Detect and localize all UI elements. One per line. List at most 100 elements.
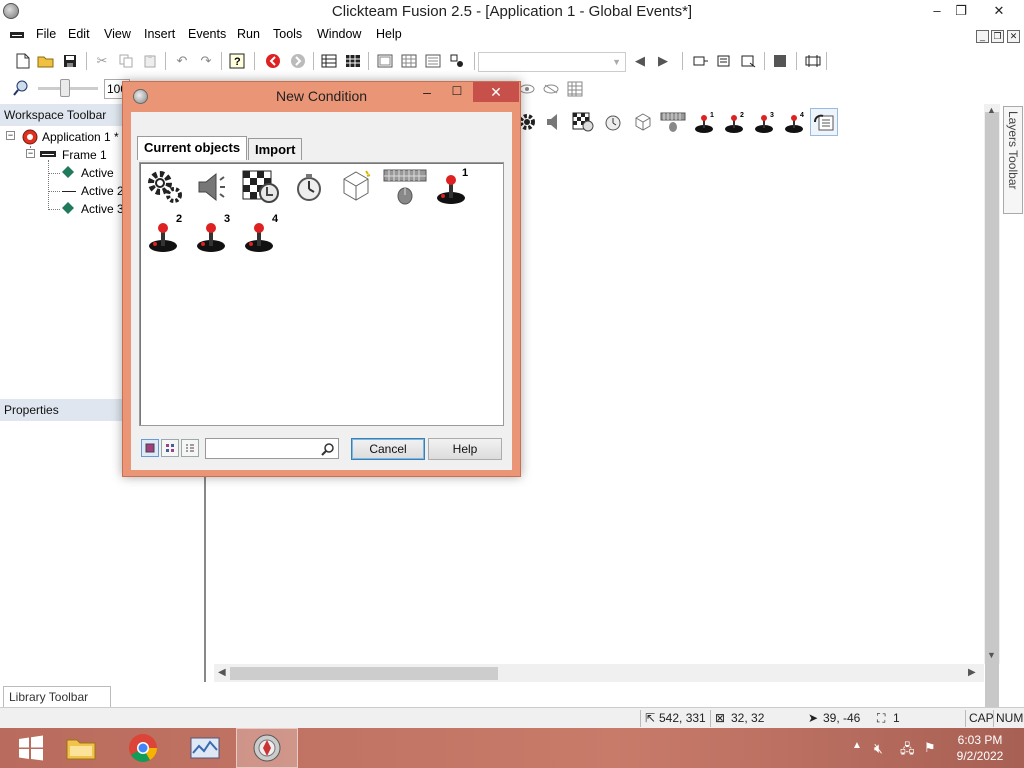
storyboard-icon[interactable] <box>569 108 597 136</box>
previous-frame-icon[interactable]: ◀ <box>629 50 651 72</box>
event-list-icon[interactable] <box>342 50 364 72</box>
new-objects-icon[interactable] <box>334 165 380 209</box>
gear-icon[interactable] <box>142 165 188 209</box>
help-icon[interactable]: ? <box>226 50 248 72</box>
menu-edit[interactable]: Edit <box>68 27 90 41</box>
joystick-1-icon[interactable]: 1 <box>691 108 719 136</box>
menu-events[interactable]: Events <box>188 27 226 41</box>
joystick-icon[interactable]: 4 <box>238 213 284 257</box>
mdi-minimize-button[interactable]: _ <box>976 30 989 43</box>
tab-current-objects[interactable]: Current objects <box>137 136 248 160</box>
clickteam-fusion-taskbar-icon[interactable] <box>236 728 298 768</box>
system-menu-icon[interactable] <box>10 32 24 38</box>
restore-button[interactable]: ❐ <box>946 0 976 22</box>
tab-import[interactable]: Import <box>248 138 303 160</box>
scroll-left-arrow-icon[interactable]: ◀ <box>218 667 226 678</box>
frame-dropdown[interactable]: ▼ <box>478 52 626 72</box>
build-icon[interactable] <box>802 50 824 72</box>
dialog-minimize-button[interactable]: – <box>413 84 441 104</box>
chrome-icon[interactable] <box>112 728 174 768</box>
frame-editor-icon[interactable] <box>374 50 396 72</box>
zoom-icon[interactable] <box>10 77 32 99</box>
help-button[interactable]: Help <box>428 438 502 460</box>
tree-collapse-toggle[interactable]: − <box>26 149 35 158</box>
file-explorer-icon[interactable] <box>50 728 112 768</box>
zoom-slider-thumb[interactable] <box>60 79 70 97</box>
run-frame-icon[interactable] <box>714 50 736 72</box>
tree-collapse-toggle[interactable]: − <box>6 131 15 140</box>
storyboard-icon[interactable] <box>238 165 284 209</box>
run-in-browser-icon[interactable] <box>738 50 760 72</box>
joystick-3-icon[interactable]: 3 <box>751 108 779 136</box>
tree-object-active-3[interactable]: Active 3 <box>81 202 124 216</box>
toolbar-grid-icon[interactable] <box>564 78 586 100</box>
tree-application[interactable]: Application 1 * <box>42 130 119 144</box>
close-button[interactable]: ✕ <box>984 0 1014 22</box>
view-large-icons-button[interactable] <box>141 439 159 457</box>
joystick-2-icon[interactable]: 2 <box>721 108 749 136</box>
open-folder-icon[interactable] <box>35 50 57 72</box>
speaker-icon[interactable] <box>541 108 569 136</box>
speaker-icon[interactable] <box>190 165 236 209</box>
mdi-close-button[interactable]: ✕ <box>1007 30 1020 43</box>
data-elements-icon[interactable] <box>446 50 468 72</box>
network-icon[interactable]: 🖧︎ <box>900 740 915 762</box>
horizontal-scrollbar[interactable] <box>214 664 984 682</box>
menu-help[interactable]: Help <box>376 27 402 41</box>
menu-run[interactable]: Run <box>237 27 260 41</box>
forward-grey-icon[interactable] <box>287 50 309 72</box>
scroll-down-arrow-icon[interactable]: ▼ <box>987 650 996 660</box>
layers-toolbar-tab[interactable]: Layers Toolbar <box>1003 106 1023 214</box>
tray-chevron-icon[interactable]: ▲ <box>852 740 862 751</box>
event-list-editor-icon[interactable] <box>422 50 444 72</box>
search-icon[interactable] <box>318 440 337 457</box>
vertical-scrollbar[interactable] <box>984 104 1000 748</box>
joystick-4-icon[interactable]: 4 <box>781 108 809 136</box>
timer-icon[interactable] <box>599 108 627 136</box>
tree-frame[interactable]: Frame 1 <box>62 148 107 162</box>
tree-object-active[interactable]: Active <box>81 166 114 180</box>
keyboard-mouse-icon[interactable] <box>659 108 687 136</box>
mdi-restore-button[interactable]: ❐ <box>991 30 1004 43</box>
back-red-icon[interactable] <box>262 50 284 72</box>
joystick-icon[interactable]: 2 <box>142 213 188 257</box>
undo-icon[interactable]: ↶ <box>171 50 193 72</box>
active-object-list-icon[interactable] <box>810 108 838 136</box>
scroll-right-arrow-icon[interactable]: ▶ <box>968 667 976 678</box>
paste-icon[interactable] <box>139 50 161 72</box>
menu-insert[interactable]: Insert <box>144 27 175 41</box>
stop-icon[interactable] <box>769 50 791 72</box>
dialog-close-button[interactable]: ✕ <box>473 82 519 102</box>
save-icon[interactable] <box>59 50 81 72</box>
run-application-icon[interactable] <box>690 50 712 72</box>
menu-tools[interactable]: Tools <box>273 27 302 41</box>
new-objects-icon[interactable] <box>629 108 657 136</box>
view-list-button[interactable] <box>181 439 199 457</box>
performance-monitor-icon[interactable] <box>174 728 236 768</box>
menu-view[interactable]: View <box>104 27 131 41</box>
redo-icon[interactable]: ↷ <box>195 50 217 72</box>
action-center-icon[interactable]: ⚑ <box>924 740 936 756</box>
view-small-icons-button[interactable] <box>161 439 179 457</box>
tree-object-active-2[interactable]: Active 2 <box>81 184 124 198</box>
keyboard-mouse-icon[interactable] <box>382 165 428 209</box>
cut-icon[interactable]: ✂ <box>91 50 113 72</box>
dialog-maximize-button[interactable]: ☐ <box>443 84 471 104</box>
horizontal-scroll-thumb[interactable] <box>230 667 498 680</box>
timer-icon[interactable] <box>286 165 332 209</box>
speaker-muted-icon[interactable]: 🔇︎ <box>874 740 883 757</box>
scroll-up-arrow-icon[interactable]: ▲ <box>987 105 996 115</box>
library-toolbar-tab[interactable]: Library Toolbar <box>3 686 111 708</box>
joystick-icon[interactable]: 3 <box>190 213 236 257</box>
menu-file[interactable]: File <box>36 27 56 41</box>
event-editor-icon[interactable] <box>398 50 420 72</box>
cancel-button[interactable]: Cancel <box>351 438 425 460</box>
copy-icon[interactable] <box>115 50 137 72</box>
menu-window[interactable]: Window <box>317 27 361 41</box>
toolbar-view-icon[interactable] <box>540 78 562 100</box>
storyboard-editor-icon[interactable] <box>318 50 340 72</box>
taskbar-clock[interactable]: 6:03 PM 9/2/2022 <box>948 732 1012 764</box>
joystick-icon[interactable]: 1 <box>430 165 476 209</box>
new-file-icon[interactable] <box>12 50 34 72</box>
next-frame-icon[interactable]: ▶ <box>652 50 674 72</box>
